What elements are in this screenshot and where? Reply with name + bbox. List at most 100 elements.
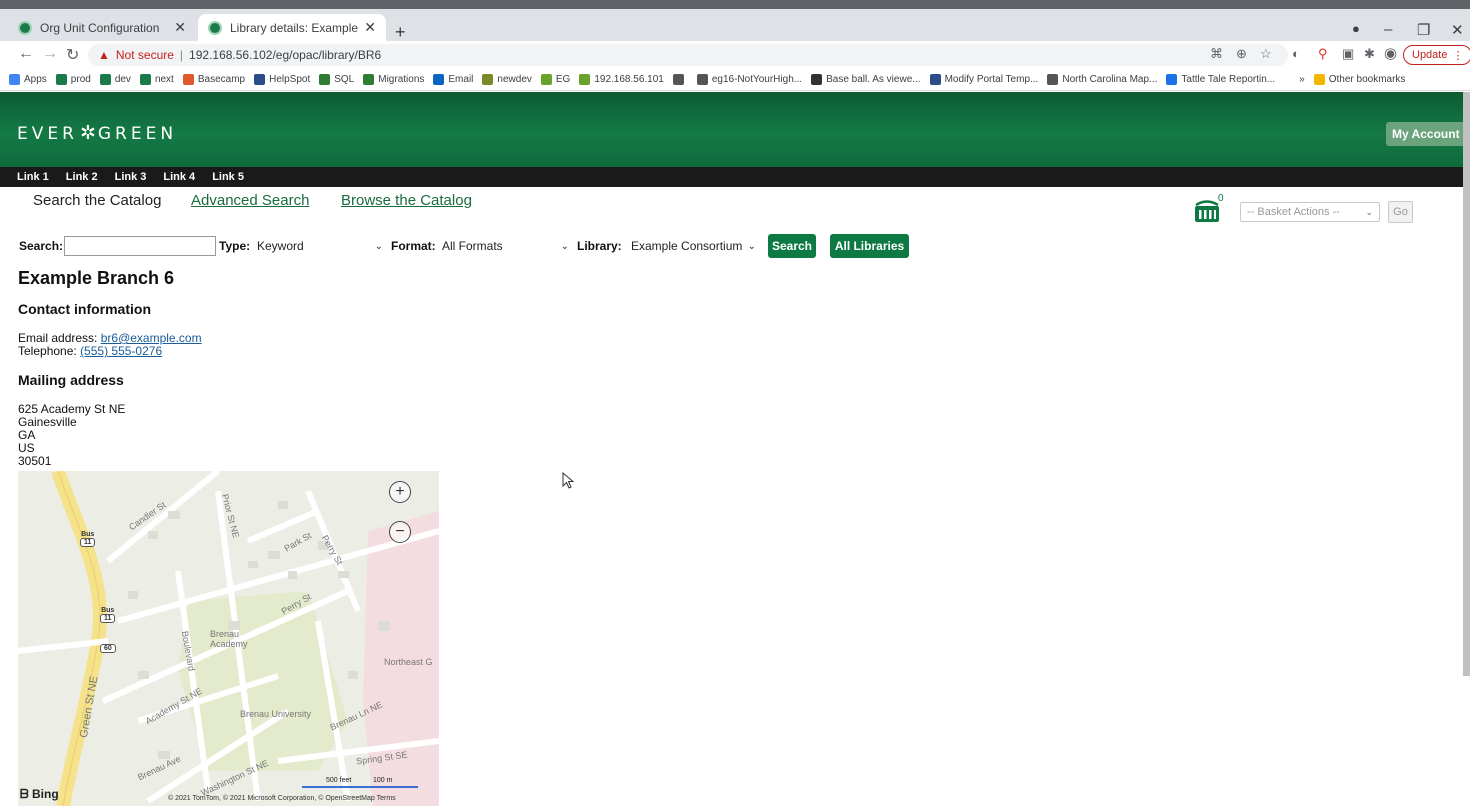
extensions-puzzle-icon[interactable]: ✱: [1364, 46, 1375, 62]
nav-link-5[interactable]: Link 5: [212, 171, 244, 183]
bing-label: Bing: [32, 787, 59, 801]
mailing-heading: Mailing address: [18, 372, 124, 388]
library-select[interactable]: Example Consortium ⌄: [631, 237, 756, 255]
zoom-in-button[interactable]: +: [389, 481, 411, 503]
bookmark-label: eg16-NotYourHigh...: [711, 74, 803, 85]
profile-dot-icon[interactable]: ●: [1352, 21, 1360, 36]
bookmark-item[interactable]: HelpSpot: [254, 74, 310, 85]
bookmark-label: prod: [70, 74, 91, 85]
bookmark-item[interactable]: Basecamp: [182, 74, 246, 85]
library-label: Library:: [577, 239, 622, 253]
close-window-icon[interactable]: ✕: [1451, 21, 1464, 39]
telephone-link[interactable]: (555) 555-0276: [80, 344, 162, 358]
type-value: Keyword: [257, 239, 304, 253]
map-attribution[interactable]: © 2021 TomTom, © 2021 Microsoft Corporat…: [168, 795, 396, 802]
bookmark-item[interactable]: Apps: [9, 74, 47, 85]
bookmark-item[interactable]: Base ball. As viewe...: [811, 74, 921, 85]
address-bar-row: ← → ↻ ▲ Not secure | 192.168.56.102/eg/o…: [0, 41, 1470, 69]
contact-heading: Contact information: [18, 301, 151, 317]
bookmark-item[interactable]: »: [1284, 74, 1305, 85]
restore-icon[interactable]: ❐: [1417, 21, 1430, 39]
bookmark-item[interactable]: newdev: [482, 74, 532, 85]
telephone-line: Telephone: (555) 555-0276: [18, 345, 162, 357]
all-libraries-button[interactable]: All Libraries: [830, 234, 909, 258]
search-extension-icon[interactable]: ⚲: [1318, 46, 1328, 62]
minimize-icon[interactable]: –: [1384, 21, 1392, 38]
map-label-brenau-university: Brenau University: [240, 709, 312, 719]
page-scrollbar[interactable]: [1463, 92, 1470, 676]
tab-search-the-catalog[interactable]: Search the Catalog: [33, 192, 161, 209]
translate-icon[interactable]: ⌘: [1210, 46, 1223, 62]
bookmark-icon: [579, 74, 591, 85]
extension-icon[interactable]: ◐: [1292, 46, 1300, 61]
bookmark-item[interactable]: Tattle Tale Reportin...: [1166, 74, 1275, 85]
bookmark-item[interactable]: Modify Portal Temp...: [929, 74, 1039, 85]
bookmark-item[interactable]: Other bookmarks: [1313, 74, 1405, 85]
format-select[interactable]: All Formats ⌄: [442, 237, 569, 255]
map-label-brenau-academy: Brenau Academy: [210, 629, 248, 649]
nav-link-4[interactable]: Link 4: [163, 171, 195, 183]
library-map[interactable]: + − Candler St Prior St NE Park St Perry…: [18, 471, 439, 806]
close-tab-icon[interactable]: ✕: [364, 19, 376, 36]
nav-link-2[interactable]: Link 2: [66, 171, 98, 183]
reload-icon[interactable]: ↻: [66, 45, 79, 65]
bookmark-item[interactable]: North Carolina Map...: [1047, 74, 1157, 85]
bookmark-label: North Carolina Map...: [1062, 74, 1158, 85]
nav-link-3[interactable]: Link 3: [115, 171, 147, 183]
zoom-icon[interactable]: ⊕: [1236, 46, 1247, 62]
bookmark-icon: [696, 74, 708, 85]
forward-arrow-icon[interactable]: →: [42, 45, 58, 63]
warning-triangle-icon: ▲: [98, 48, 110, 62]
new-tab-button[interactable]: +: [395, 22, 406, 43]
back-arrow-icon[interactable]: ←: [18, 45, 34, 63]
page-title: Example Branch 6: [18, 268, 175, 288]
nav-link-1[interactable]: Link 1: [17, 171, 49, 183]
bookmark-item[interactable]: dev: [99, 74, 131, 85]
bookmark-item[interactable]: next: [139, 74, 174, 85]
bookmark-label: Modify Portal Temp...: [944, 74, 1039, 85]
search-input[interactable]: [64, 236, 216, 256]
bookmark-icon: [1047, 74, 1059, 85]
site-header: EVER ✲ GREEN: [0, 92, 1470, 167]
zoom-out-button[interactable]: −: [389, 521, 411, 543]
url-input[interactable]: ▲ Not secure | 192.168.56.102/eg/opac/li…: [88, 44, 1288, 66]
url-separator: |: [179, 48, 184, 62]
format-value: All Formats: [442, 239, 503, 253]
basket-actions-select[interactable]: -- Basket Actions -- ⌄: [1240, 202, 1380, 222]
update-button[interactable]: Update ⋮: [1403, 45, 1470, 65]
extension-a-icon[interactable]: ▣: [1342, 46, 1354, 62]
bookmark-label: Basecamp: [197, 74, 246, 85]
tab-browse-the-catalog[interactable]: Browse the Catalog: [341, 192, 472, 209]
email-link[interactable]: br6@example.com: [101, 331, 202, 345]
bookmark-icon: [55, 74, 67, 85]
tab-library-details[interactable]: Library details: Example Branch 6 ✕: [198, 14, 386, 41]
type-select[interactable]: Keyword ⌄: [257, 237, 383, 255]
bookmark-item[interactable]: prod: [55, 74, 91, 85]
search-button[interactable]: Search: [768, 234, 816, 258]
bookmark-icon: [482, 74, 494, 85]
bookmark-item[interactable]: 192.168.56.101: [579, 74, 664, 85]
bookmark-item[interactable]: Migrations: [363, 74, 424, 85]
bookmark-item[interactable]: [672, 74, 688, 85]
profile-avatar-icon[interactable]: ◉: [1384, 44, 1397, 62]
scale-meters: 100 m: [373, 777, 393, 784]
bookmark-item[interactable]: eg16-NotYourHigh...: [696, 74, 803, 85]
basket-go-button[interactable]: Go: [1388, 201, 1413, 223]
bookmark-item[interactable]: EG: [540, 74, 570, 85]
bookmark-label: dev: [114, 74, 131, 85]
route-shield-bus-11-b: Bus 11: [100, 607, 116, 623]
evergreen-logo[interactable]: EVER ✲ GREEN: [17, 122, 177, 144]
basket-actions-value: -- Basket Actions --: [1247, 206, 1340, 218]
evergreen-favicon-icon: [208, 20, 222, 35]
bookmark-item[interactable]: SQL: [319, 74, 354, 85]
bookmark-label: 192.168.56.101: [594, 74, 664, 85]
bookmark-star-icon[interactable]: ☆: [1260, 46, 1272, 62]
my-account-button[interactable]: My Account: [1386, 122, 1466, 146]
window-top-strip: [0, 0, 1470, 9]
tab-advanced-search[interactable]: Advanced Search: [191, 192, 309, 209]
bookmark-item[interactable]: Email: [433, 74, 473, 85]
search-label: Search:: [19, 239, 64, 253]
close-tab-icon[interactable]: ✕: [174, 19, 186, 36]
bookmark-icon: [672, 74, 684, 85]
tab-org-unit-configuration[interactable]: Org Unit Configuration ✕: [8, 14, 196, 41]
